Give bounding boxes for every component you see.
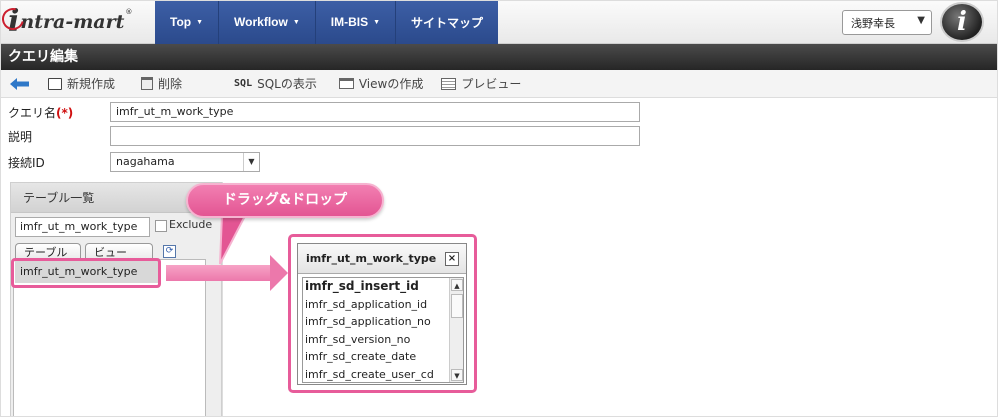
delete-button[interactable]: 削除	[141, 70, 182, 98]
preview-icon	[441, 77, 457, 90]
back-arrow-icon[interactable]	[10, 77, 30, 91]
callout-tail	[219, 214, 248, 265]
column-list: imfr_sd_insert_id imfr_sd_application_id…	[302, 277, 464, 383]
scroll-down-icon[interactable]: ▼	[451, 369, 463, 381]
create-view-button[interactable]: Viewの作成	[338, 70, 423, 98]
trash-icon	[141, 77, 154, 90]
chevron-down-icon: ▼	[373, 18, 381, 26]
nav-top[interactable]: Top ▼	[155, 0, 220, 44]
show-sql-button[interactable]: SQL SQLの表示	[234, 70, 317, 98]
drag-drop-callout: ドラッグ&ドロップ	[186, 183, 384, 218]
table-list-panel: テーブル一覧 imfr_ut_m_work_type Exclude テーブル …	[10, 182, 222, 417]
query-name-label: クエリ名(*)	[8, 106, 74, 120]
nav-workflow[interactable]: Workflow ▼	[219, 0, 316, 44]
window-icon	[338, 78, 354, 89]
table-search-input[interactable]: imfr_ut_m_work_type	[15, 217, 150, 237]
drag-arrow-head	[270, 255, 288, 291]
nav-sitemap[interactable]: サイトマップ	[396, 0, 499, 44]
chevron-down-icon: ▼	[243, 153, 259, 171]
global-nav: Top ▼ Workflow ▼ IM-BIS ▼ サイトマップ	[155, 0, 499, 44]
exclude-checkbox[interactable]	[155, 220, 167, 232]
column-item[interactable]: imfr_sd_version_no	[303, 331, 463, 349]
required-mark: (*)	[56, 106, 74, 120]
drag-source-highlight	[11, 258, 161, 288]
refresh-icon[interactable]: ⟳	[163, 245, 176, 258]
user-name: 浅野幸長	[851, 16, 895, 30]
user-menu-button[interactable]: 浅野幸長 ▼	[842, 10, 932, 35]
query-name-input[interactable]: imfr_ut_m_work_type	[110, 102, 640, 122]
column-item[interactable]: imfr_sd_application_id	[303, 296, 463, 314]
chevron-down-icon: ▼	[917, 15, 925, 26]
column-item[interactable]: imfr_sd_create_user_cd	[303, 366, 463, 382]
app-header: i ntra-mart ® Top ▼ Workflow ▼ IM-BIS ▼ …	[0, 0, 998, 44]
description-input[interactable]	[110, 126, 640, 146]
connection-id-select[interactable]: nagahama ▼	[110, 152, 260, 172]
chevron-down-icon: ▼	[292, 18, 300, 26]
page-title: クエリ編集	[0, 44, 998, 70]
column-item[interactable]: imfr_sd_application_no	[303, 313, 463, 331]
close-icon[interactable]: ×	[445, 252, 459, 266]
column-scrollbar[interactable]: ▲ ▼	[449, 278, 463, 382]
column-item[interactable]: imfr_sd_create_date	[303, 348, 463, 366]
preview-button[interactable]: プレビュー	[441, 70, 521, 98]
logo-text: ntra-mart	[20, 11, 125, 33]
sql-icon: SQL	[234, 78, 253, 89]
connection-id-label: 接続ID	[8, 156, 45, 170]
connection-id-value: nagahama	[116, 155, 175, 168]
exclude-label: Exclude	[169, 218, 213, 231]
scroll-thumb[interactable]	[451, 294, 463, 318]
logo-i-glyph: i	[0, 3, 29, 39]
description-label: 説明	[8, 130, 33, 144]
column-item[interactable]: imfr_sd_insert_id	[303, 278, 463, 296]
book-icon	[48, 77, 62, 90]
scroll-up-icon[interactable]: ▲	[451, 279, 463, 291]
toolbar: 新規作成 削除 SQL SQLの表示 Viewの作成 プレビュー	[0, 70, 998, 98]
intra-mart-logo[interactable]: i ntra-mart ®	[0, 3, 132, 39]
query-table-box[interactable]: imfr_ut_m_work_type × imfr_sd_insert_id …	[297, 243, 467, 385]
new-button[interactable]: 新規作成	[48, 70, 115, 98]
chevron-down-icon: ▼	[196, 18, 204, 26]
table-box-title[interactable]: imfr_ut_m_work_type ×	[298, 244, 466, 274]
nav-im-bis[interactable]: IM-BIS ▼	[315, 0, 397, 44]
drag-arrow	[166, 265, 272, 281]
intra-mart-i-icon[interactable]: i	[940, 2, 984, 42]
